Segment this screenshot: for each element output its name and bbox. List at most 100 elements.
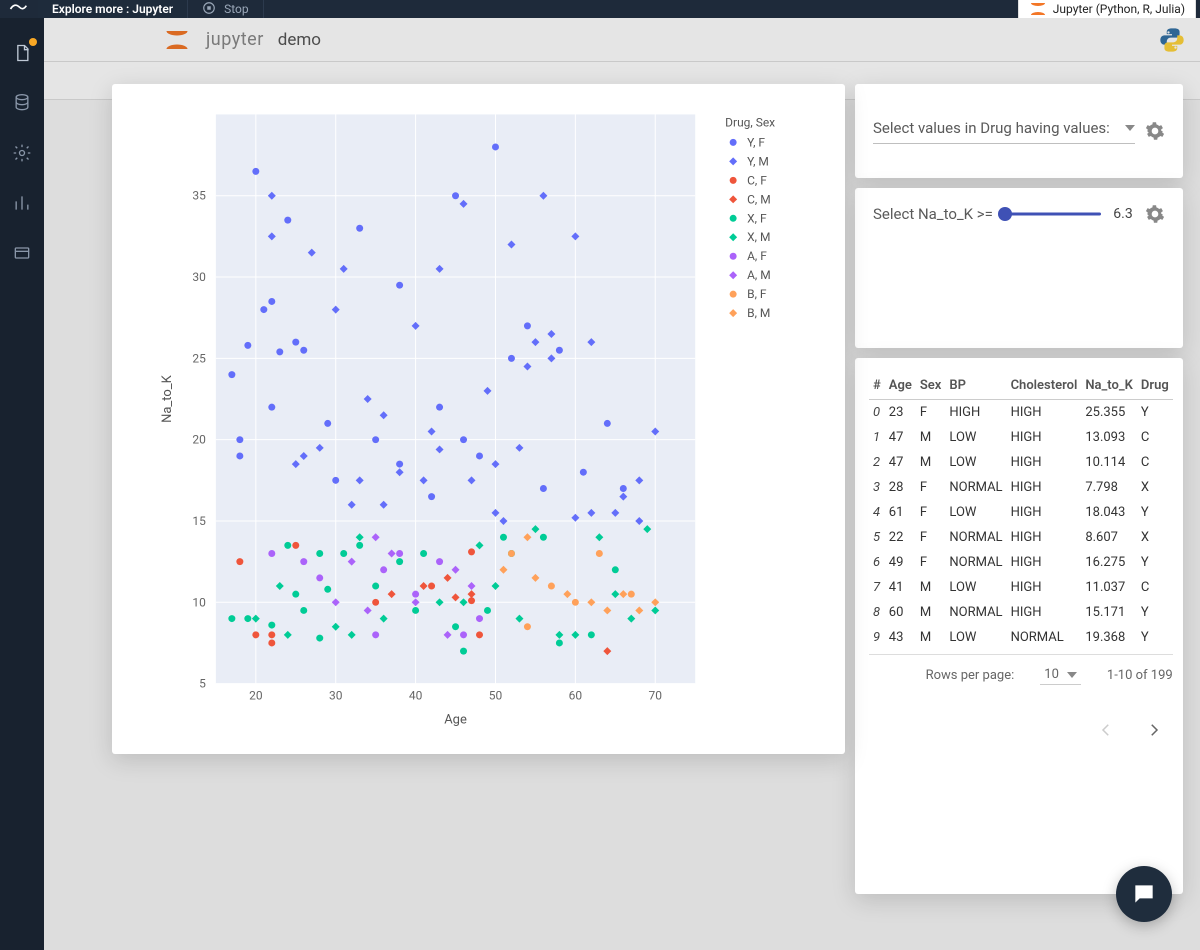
svg-text:15: 15 [192,514,206,528]
table-row[interactable]: 860MNORMALHIGH15.171Y [869,600,1173,625]
sidebar-item-projects[interactable] [11,42,33,64]
table-cell: 13.093 [1081,425,1137,450]
sheet-icon [12,43,32,63]
rows-per-page-value: 10 [1044,667,1059,682]
table-cell: 49 [885,550,916,575]
table-cell: NORMAL [945,550,1006,575]
top-bar: Explore more : Jupyter Stop Jupyter (Pyt… [0,0,1200,18]
table-cell: M [916,450,946,475]
svg-text:70: 70 [649,689,663,703]
bar-chart-icon [12,193,32,213]
svg-text:Y, M: Y, M [747,154,769,168]
prev-page-button[interactable] [1097,721,1115,739]
topbar-tab-explore[interactable]: Explore more : Jupyter [38,0,188,18]
table-cell: 7.798 [1081,475,1137,500]
data-table: #AgeSexBPCholesterolNa_to_KDrug 023FHIGH… [869,372,1173,650]
table-row[interactable]: 461FLOWHIGH18.043Y [869,500,1173,525]
table-header[interactable]: Cholesterol [1007,372,1082,400]
table-cell: 2 [869,450,885,475]
table-row[interactable]: 147MLOWHIGH13.093C [869,425,1173,450]
svg-text:B, M: B, M [747,306,770,320]
slider-settings-button[interactable] [1145,204,1165,224]
table-cell: 22 [885,525,916,550]
table-cell: M [916,425,946,450]
table-cell: 7 [869,575,885,600]
stop-button[interactable]: Stop [188,0,264,18]
chat-icon [1131,881,1157,907]
table-row[interactable]: 943MLOWNORMAL19.368Y [869,625,1173,650]
table-cell: 61 [885,500,916,525]
next-page-button[interactable] [1145,721,1163,739]
scatter-chart[interactable]: 2030405060705101520253035AgeNa_to_KDrug,… [136,94,835,744]
table-header[interactable]: Sex [916,372,946,400]
table-header[interactable]: Age [885,372,916,400]
gear-icon [1145,121,1165,141]
table-cell: 4 [869,500,885,525]
sidebar-item-docs[interactable] [11,242,33,264]
table-row[interactable]: 741MLOWHIGH11.037C [869,575,1173,600]
table-cell: F [916,550,946,575]
table-cell: M [916,600,946,625]
chart-card: 2030405060705101520253035AgeNa_to_KDrug,… [112,84,845,754]
table-cell: Y [1137,400,1173,426]
table-cell: F [916,525,946,550]
table-row[interactable]: 023FHIGHHIGH25.355Y [869,400,1173,426]
table-cell: 19.368 [1081,625,1137,650]
table-row[interactable]: 247MLOWHIGH10.114C [869,450,1173,475]
table-cell: 10.114 [1081,450,1137,475]
table-cell: 16.275 [1081,550,1137,575]
table-cell: M [916,575,946,600]
table-cell: LOW [945,450,1006,475]
svg-text:10: 10 [192,595,206,609]
table-cell: 43 [885,625,916,650]
table-footer: Rows per page: 10 1-10 of 199 [869,654,1173,739]
table-row[interactable]: 328FNORMALHIGH7.798X [869,475,1173,500]
table-row[interactable]: 649FNORMALHIGH16.275Y [869,550,1173,575]
table-cell: C [1137,575,1173,600]
svg-text:20: 20 [249,689,263,703]
table-cell: Y [1137,550,1173,575]
chat-button[interactable] [1116,866,1172,922]
filter-settings-button[interactable] [1145,121,1165,141]
main-area: jupyter demo 2030405060705101520253035Ag… [44,18,1200,950]
table-cell: 11.037 [1081,575,1137,600]
table-header[interactable]: Drug [1137,372,1173,400]
sidebar-item-analytics[interactable] [11,192,33,214]
table-cell: HIGH [1007,450,1082,475]
table-header[interactable]: BP [945,372,1006,400]
svg-text:Y, F: Y, F [747,135,765,149]
sidebar-item-database[interactable] [11,92,33,114]
slider-thumb[interactable] [998,207,1012,221]
table-row[interactable]: 522FNORMALHIGH8.607X [869,525,1173,550]
stop-icon [202,1,216,18]
table-cell: HIGH [1007,500,1082,525]
slider-value: 6.3 [1113,206,1132,222]
filter-card: Select values in Drug having values: [855,84,1183,178]
slider-card: Select Na_to_K >= 6.3 [855,188,1183,348]
svg-text:X, M: X, M [747,230,770,244]
chevron-down-icon [1125,125,1135,131]
table-cell: 6 [869,550,885,575]
svg-text:A, M: A, M [747,268,771,282]
svg-text:35: 35 [192,189,206,203]
table-header[interactable]: Na_to_K [1081,372,1137,400]
table-cell: Y [1137,600,1173,625]
database-icon [12,93,32,113]
table-header[interactable]: # [869,372,885,400]
table-cell: 8 [869,600,885,625]
table-cell: 23 [885,400,916,426]
table-cell: 25.355 [1081,400,1137,426]
notification-dot-icon [29,38,37,46]
svg-text:X, F: X, F [747,211,767,225]
table-cell: X [1137,525,1173,550]
sidebar-item-settings[interactable] [11,142,33,164]
rows-per-page-select[interactable]: 10 [1040,665,1081,685]
table-cell: NORMAL [945,475,1006,500]
table-cell: LOW [945,625,1006,650]
table-cell: X [1137,475,1173,500]
table-cell: HIGH [1007,475,1082,500]
table-cell: LOW [945,500,1006,525]
filter-dropdown[interactable]: Select values in Drug having values: [873,119,1135,144]
topbar-right: Jupyter (Python, R, Julia) [1018,0,1196,18]
slider[interactable] [1005,204,1101,224]
